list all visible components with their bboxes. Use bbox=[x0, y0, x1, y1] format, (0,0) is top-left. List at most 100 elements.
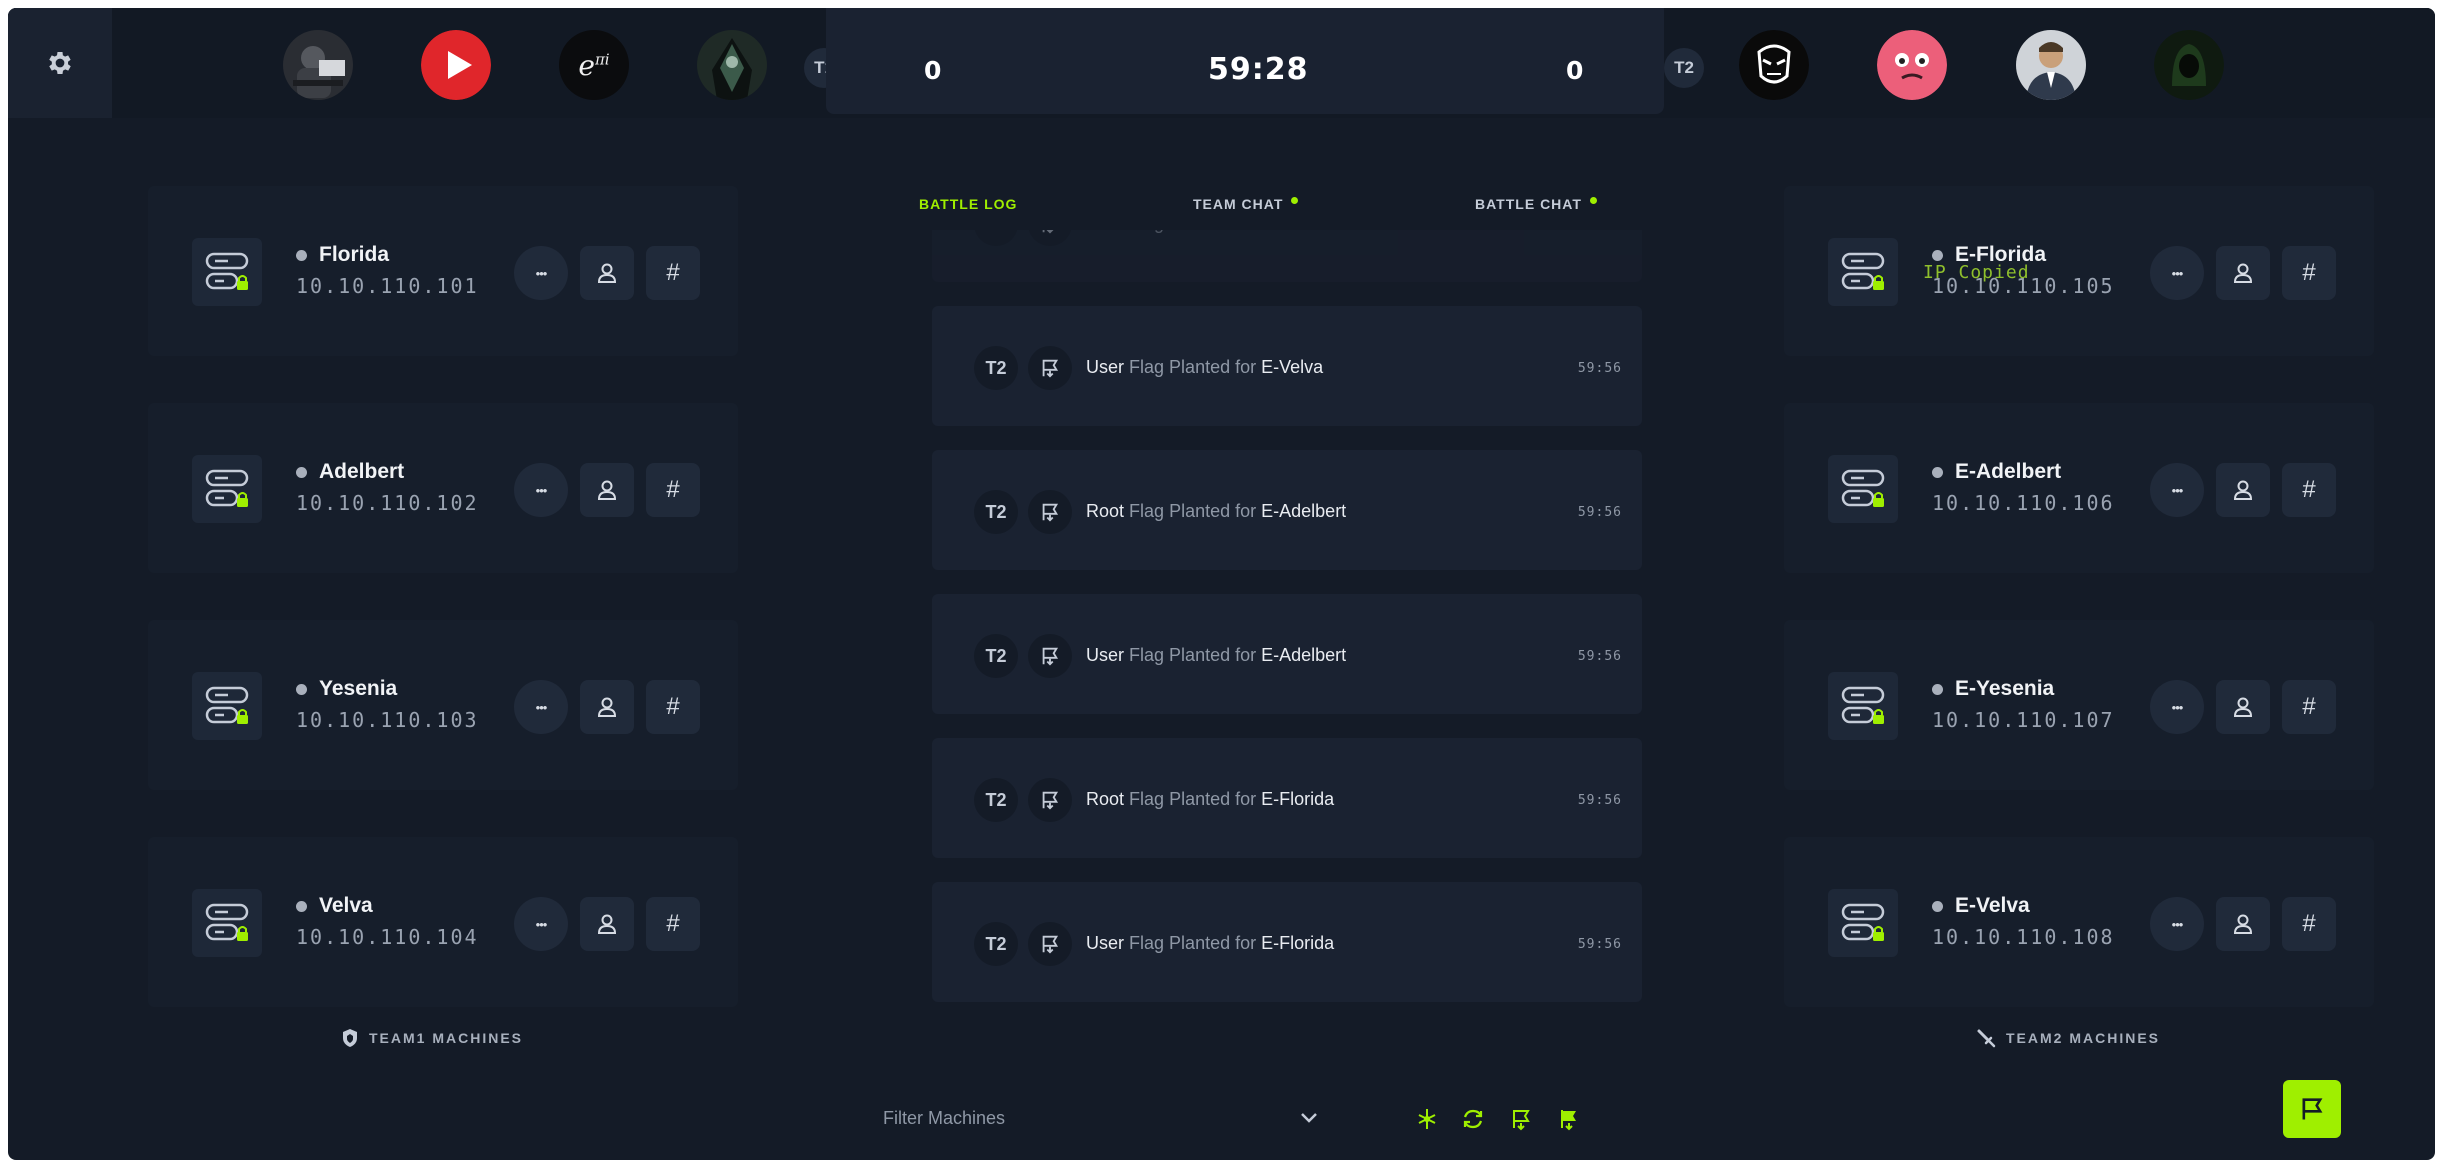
server-lock-icon bbox=[1841, 686, 1885, 724]
hash-icon: # bbox=[2302, 910, 2316, 937]
root-flag-filter-button[interactable] bbox=[1556, 1106, 1582, 1132]
settings-button[interactable] bbox=[8, 8, 112, 118]
user-icon bbox=[597, 480, 617, 500]
filter-machines-select[interactable]: Filter Machines bbox=[868, 1096, 1318, 1140]
machine-ip[interactable]: 10.10.110.104 bbox=[296, 925, 479, 949]
log-message: User Flag Planted for E-Adelbert bbox=[1086, 645, 1347, 665]
team1-machines-label: TEAM1 MACHINES bbox=[341, 1028, 523, 1048]
team1-avatar-4[interactable] bbox=[697, 30, 767, 100]
machine-more-button[interactable]: ••• bbox=[514, 680, 568, 734]
team2-avatar-4[interactable] bbox=[2154, 30, 2224, 100]
machine-ip[interactable]: 10.10.110.103 bbox=[296, 708, 479, 732]
machine-more-button[interactable]: ••• bbox=[514, 897, 568, 951]
battle-log[interactable]: T2Root Flag Planted for E-Yesenia59:58T2… bbox=[924, 230, 1654, 1038]
log-time: 59:56 bbox=[1577, 361, 1622, 376]
machine-ip[interactable]: 10.10.110.106 bbox=[1932, 491, 2115, 515]
log-team-badge: T2 bbox=[974, 922, 1018, 966]
machine-hash-button[interactable]: # bbox=[646, 897, 700, 951]
battle-log-entry: T2 User Flag Planted for E-Adelbert 59:56 bbox=[932, 594, 1642, 714]
tab-team-chat[interactable]: TEAM CHAT bbox=[1193, 196, 1299, 212]
server-lock-icon bbox=[205, 252, 249, 290]
user-flag-filter-button[interactable] bbox=[1508, 1106, 1534, 1132]
machine-more-button[interactable]: ••• bbox=[2150, 680, 2204, 734]
machine-more-button[interactable]: ••• bbox=[2150, 897, 2204, 951]
server-lock-icon bbox=[205, 686, 249, 724]
log-message: Root Flag Planted for E-Adelbert bbox=[1086, 501, 1347, 521]
machine-more-button[interactable]: ••• bbox=[514, 246, 568, 300]
machine-user-button[interactable] bbox=[2216, 897, 2270, 951]
server-lock-icon bbox=[205, 903, 249, 941]
log-flag-badge bbox=[1028, 490, 1072, 534]
hash-icon: # bbox=[666, 476, 680, 503]
machine-user-button[interactable] bbox=[580, 897, 634, 951]
machine-card: E-Adelbert 10.10.110.106 ••• # bbox=[1784, 403, 2374, 573]
hash-icon: # bbox=[2302, 476, 2316, 503]
bottom-bar: Filter Machines bbox=[868, 1096, 1628, 1140]
machine-name: Yesenia bbox=[296, 677, 397, 701]
play-logo-icon bbox=[421, 30, 491, 100]
status-dot bbox=[1932, 249, 1943, 261]
user-icon bbox=[597, 914, 617, 934]
machine-hash-button[interactable]: # bbox=[2282, 246, 2336, 300]
tab-battle-chat[interactable]: BATTLE CHAT bbox=[1475, 196, 1597, 212]
machine-more-button[interactable]: ••• bbox=[2150, 463, 2204, 517]
tab-battle-log[interactable]: BATTLE LOG bbox=[919, 196, 1017, 212]
machine-card: E-Velva 10.10.110.108 ••• # bbox=[1784, 837, 2374, 1007]
more-dots-icon: ••• bbox=[535, 699, 548, 715]
machine-hash-button[interactable]: # bbox=[2282, 897, 2336, 951]
machine-card: Florida 10.10.110.101 ••• # bbox=[148, 186, 738, 356]
machine-ip[interactable]: 10.10.110.101 bbox=[296, 274, 479, 298]
submit-flag-button[interactable] bbox=[2283, 1080, 2341, 1138]
machine-user-button[interactable] bbox=[580, 246, 634, 300]
status-dot bbox=[296, 249, 307, 261]
machine-hash-button[interactable]: # bbox=[646, 463, 700, 517]
flag-planted-icon bbox=[1042, 503, 1059, 522]
machine-user-button[interactable] bbox=[2216, 463, 2270, 517]
machine-user-button[interactable] bbox=[2216, 246, 2270, 300]
machine-more-button[interactable]: ••• bbox=[2150, 246, 2204, 300]
machine-card: E-Yesenia 10.10.110.107 ••• # bbox=[1784, 620, 2374, 790]
machine-hash-button[interactable]: # bbox=[2282, 680, 2336, 734]
machine-name: E-Adelbert bbox=[1932, 460, 2061, 484]
refresh-button[interactable] bbox=[1460, 1106, 1486, 1132]
log-flag-badge bbox=[1028, 230, 1072, 246]
green-hood-icon bbox=[2154, 30, 2224, 100]
more-dots-icon: ••• bbox=[535, 916, 548, 932]
log-time: 59:56 bbox=[1577, 505, 1622, 520]
machine-user-button[interactable] bbox=[580, 463, 634, 517]
server-lock-icon bbox=[205, 469, 249, 507]
machine-hash-button[interactable]: # bbox=[646, 680, 700, 734]
team1-avatar-1[interactable] bbox=[283, 30, 353, 100]
team1-avatar-3[interactable]: eπi bbox=[559, 30, 629, 100]
machine-server-icon bbox=[1828, 672, 1898, 740]
team2-avatar-1[interactable] bbox=[1739, 30, 1809, 100]
status-dot bbox=[1932, 900, 1943, 912]
log-time: 59:56 bbox=[1577, 793, 1622, 808]
battle-log-entry: T2 User Flag Planted for E-Velva 59:56 bbox=[932, 306, 1642, 426]
team1-score: 0 bbox=[924, 56, 942, 85]
machine-server-icon bbox=[1828, 455, 1898, 523]
masked-face-icon bbox=[1739, 30, 1809, 100]
filter-machines-placeholder: Filter Machines bbox=[883, 1107, 1006, 1128]
user-icon bbox=[2233, 914, 2253, 934]
machine-ip[interactable]: 10.10.110.102 bbox=[296, 491, 479, 515]
machine-ip[interactable]: 10.10.110.107 bbox=[1932, 708, 2115, 732]
team2-avatar-2[interactable] bbox=[1877, 30, 1947, 100]
team2-avatar-3[interactable] bbox=[2016, 30, 2086, 100]
machine-user-button[interactable] bbox=[2216, 680, 2270, 734]
machine-user-button[interactable] bbox=[580, 680, 634, 734]
euler-formula-icon: eπi bbox=[578, 48, 610, 82]
machine-more-button[interactable]: ••• bbox=[514, 463, 568, 517]
network-filter-button[interactable] bbox=[1414, 1106, 1440, 1132]
log-time: 59:56 bbox=[1577, 937, 1622, 952]
machine-hash-button[interactable]: # bbox=[2282, 463, 2336, 517]
flag-planted-icon bbox=[1042, 359, 1059, 378]
machine-server-icon bbox=[1828, 889, 1898, 957]
team1-avatar-2[interactable] bbox=[421, 30, 491, 100]
machine-card: Adelbert 10.10.110.102 ••• # bbox=[148, 403, 738, 573]
team2-tag: T2 bbox=[1664, 48, 1704, 88]
log-message: Root Flag Planted for E-Florida bbox=[1086, 789, 1335, 809]
machine-hash-button[interactable]: # bbox=[646, 246, 700, 300]
refresh-icon bbox=[1463, 1109, 1483, 1129]
machine-ip[interactable]: 10.10.110.108 bbox=[1932, 925, 2115, 949]
